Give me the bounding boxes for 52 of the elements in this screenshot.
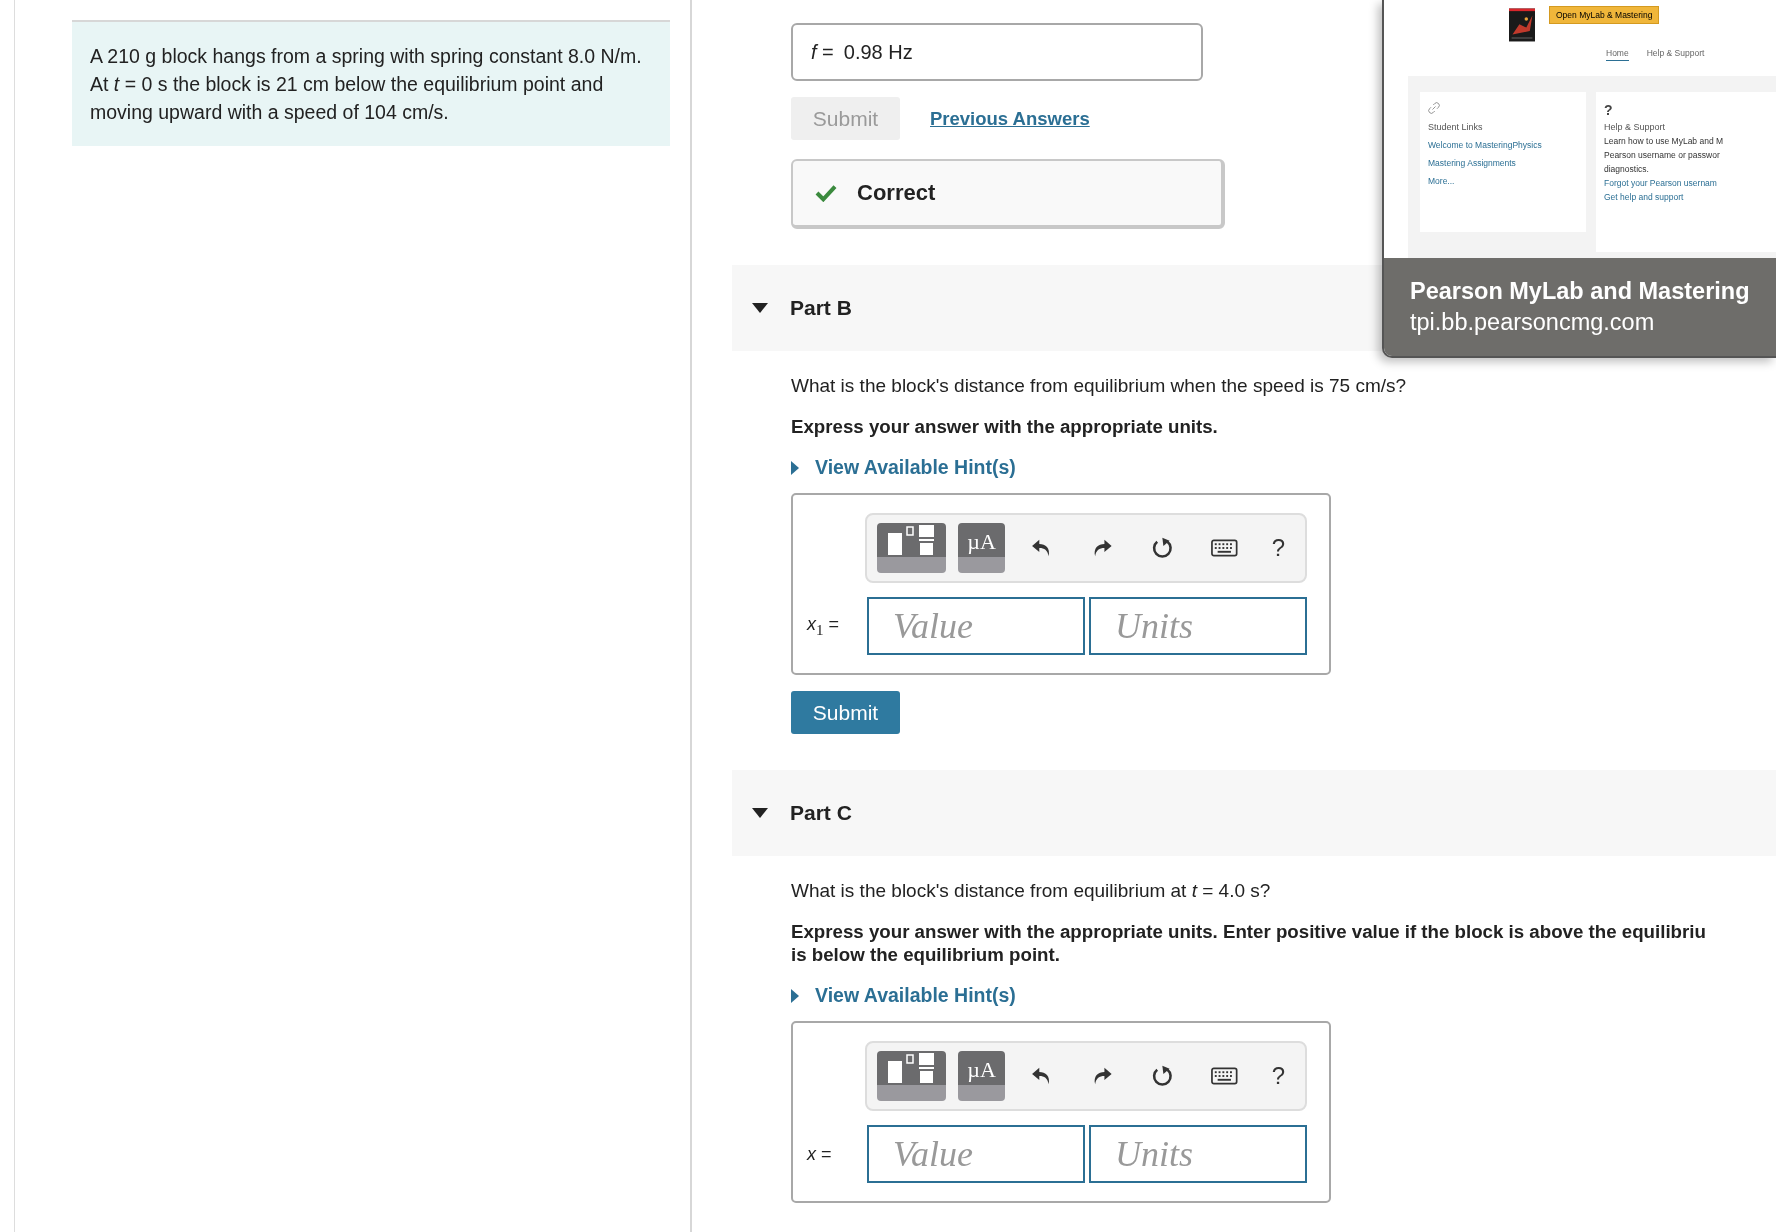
previous-answers-link[interactable]: Previous Answers	[930, 107, 1090, 130]
hint-link[interactable]: View Available Hint(s)	[791, 984, 1016, 1007]
preview-url: tpi.bb.pearsoncmg.com	[1410, 309, 1656, 336]
instruction-text: Express your answer with the appropriate units. Enter positive value if the block is above the equilibriu	[791, 920, 1707, 943]
card-link[interactable]: Mastering Assignments	[1428, 158, 1578, 168]
check-icon	[815, 184, 837, 202]
submit-button[interactable]: Submit	[791, 691, 900, 734]
problem-statement: A 210 g block hangs from a spring with spring constant 8.0 N/m. At t = 0 s the block is 21 cm below the equilibrium point and moving upward with a speed of 104 cm/s.	[90, 44, 643, 125]
part-header[interactable]: Part C	[732, 770, 1776, 856]
part-title: Part B	[790, 296, 852, 320]
card-link[interactable]: Get help and support	[1604, 192, 1768, 202]
nav-tab[interactable]: Help & Support	[1646, 48, 1705, 60]
question-mark-icon: ?	[1604, 102, 1768, 118]
feedback-text: Correct	[857, 180, 936, 206]
collapse-triangle-icon[interactable]	[752, 303, 768, 313]
instruction-text: Express your answer with the appropriate units.	[791, 415, 1219, 438]
units-button[interactable]: µA	[958, 1051, 1005, 1101]
card-text: Pearson username or passwor	[1604, 150, 1721, 160]
card-link[interactable]: More...	[1428, 176, 1578, 186]
card-title: Student Links	[1428, 122, 1484, 132]
card-title: Help & Support	[1604, 122, 1667, 132]
card-link[interactable]: Forgot your Pearson usernam	[1604, 178, 1768, 188]
variable-label: x$_{1}$ =	[807, 613, 840, 639]
collapse-triangle-icon[interactable]	[752, 808, 768, 818]
value-field[interactable]: Value	[867, 1125, 1085, 1183]
nav-tab[interactable]: Home	[1606, 48, 1629, 61]
templates-button[interactable]	[877, 1051, 947, 1101]
part-title: Part C	[790, 801, 852, 825]
triangle-icon[interactable]	[791, 988, 799, 1003]
question-text: What is the block's distance from equilibrium at t = 4.0 s?	[791, 880, 1272, 902]
units-field[interactable]: Units	[1089, 597, 1307, 655]
card-text: diagnostics.	[1604, 164, 1650, 174]
open-button[interactable]: Open MyLab & Mastering	[1549, 6, 1660, 24]
templates-button[interactable]	[877, 523, 947, 573]
keyboard-icon[interactable]	[1211, 1067, 1238, 1085]
link-icon	[1428, 102, 1440, 114]
help-button[interactable]: ?	[1261, 534, 1295, 562]
variable-label: x =	[807, 1143, 833, 1165]
preview-title: Pearson MyLab and Mastering	[1410, 278, 1751, 305]
units-button[interactable]: µA	[958, 523, 1005, 573]
units-field[interactable]: Units	[1089, 1125, 1307, 1183]
instruction-text: is below the equilibrium point.	[791, 943, 1061, 966]
help-button[interactable]: ?	[1261, 1062, 1295, 1090]
answer-label: f =	[811, 40, 834, 64]
card-link[interactable]: Welcome to MasteringPhysics	[1428, 140, 1578, 150]
hint-link[interactable]: View Available Hint(s)	[791, 456, 1016, 479]
value-field[interactable]: Value	[867, 597, 1085, 655]
answer-value: 0.98 Hz	[843, 40, 913, 64]
question-text: What is the block's distance from equilibrium when the speed is 75 cm/s?	[791, 375, 1408, 397]
triangle-icon[interactable]	[791, 460, 799, 475]
keyboard-icon[interactable]	[1211, 539, 1238, 557]
card-text: Learn how to use MyLab and M	[1604, 136, 1725, 146]
